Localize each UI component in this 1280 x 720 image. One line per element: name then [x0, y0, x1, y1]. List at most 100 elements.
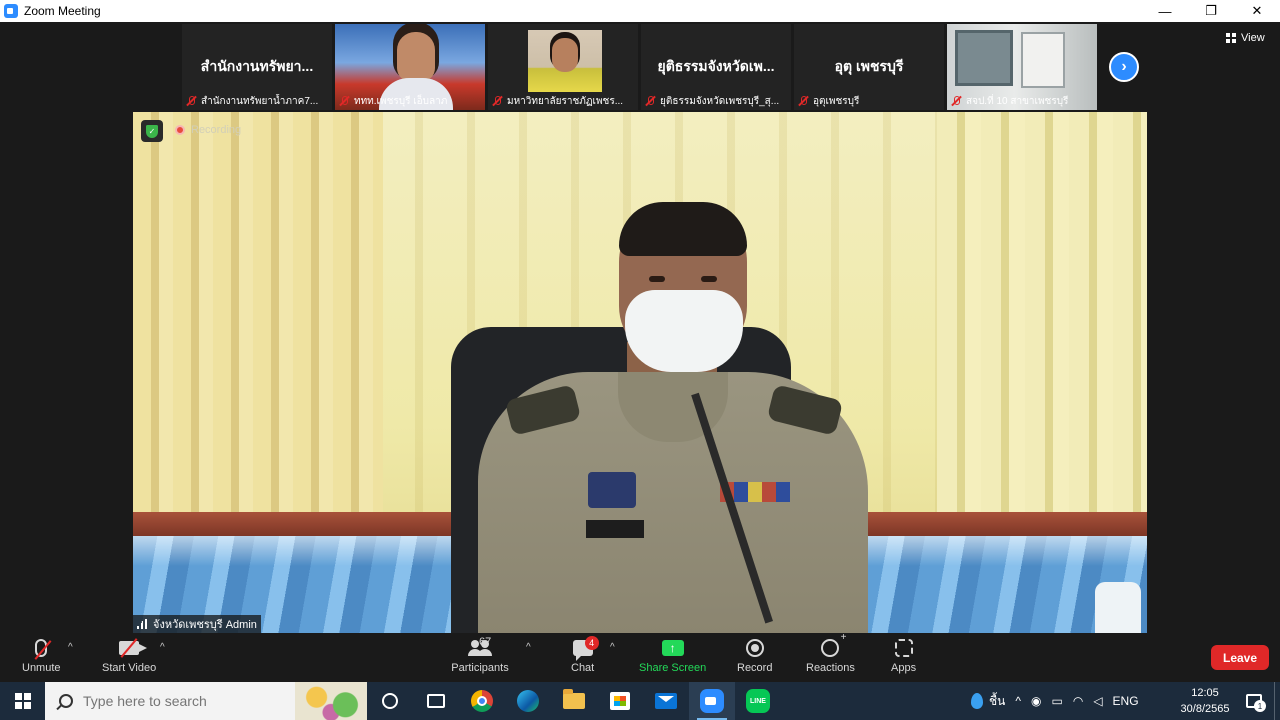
speaker-volume-icon[interactable]: ◁ — [1093, 694, 1102, 708]
folder-icon — [563, 689, 585, 709]
participant-tile[interactable]: มหาวิทยาลัยราชภัฏเพชร... — [488, 24, 638, 110]
apps-button[interactable]: Apps — [891, 636, 916, 674]
speaker-figure — [478, 372, 868, 633]
recording-dot-icon — [175, 125, 185, 135]
leave-button[interactable]: Leave — [1211, 645, 1269, 670]
unmute-button[interactable]: Unmute — [22, 636, 61, 674]
chat-unread-badge: 4 — [584, 636, 599, 650]
file-explorer-taskbar-app[interactable] — [551, 682, 597, 720]
chrome-taskbar-app[interactable] — [459, 682, 505, 720]
record-button[interactable]: Record — [737, 636, 772, 674]
participants-options-caret[interactable]: ^ — [526, 642, 531, 653]
participant-label: สจป.ที่ 10 สาขาเพชรบุรี — [947, 92, 1097, 110]
cortana-button[interactable] — [367, 682, 413, 720]
minimize-button[interactable]: — — [1142, 0, 1188, 22]
participant-tile[interactable]: ททท.เพชรบุรี เอ็บลาภ — [335, 24, 485, 110]
participant-label: ททท.เพชรบุรี เอ็บลาภ — [335, 92, 485, 110]
participant-strip: สำนักงานทรัพยา... สำนักงานทรัพยาน้ำภาค7.… — [182, 24, 1097, 110]
muted-mic-icon — [338, 95, 350, 107]
clock-date: 30/8/2565 — [1180, 703, 1230, 715]
participants-label: Participants — [451, 662, 509, 674]
reactions-button[interactable]: Reactions — [806, 632, 855, 674]
line-taskbar-app[interactable]: LINE — [735, 682, 781, 720]
signal-strength-icon — [137, 619, 149, 629]
input-language-indicator[interactable]: ENG — [1113, 694, 1139, 708]
search-icon — [59, 694, 73, 708]
participant-tile[interactable]: สจป.ที่ 10 สาขาเพชรบุรี — [947, 24, 1097, 110]
apps-label: Apps — [891, 662, 917, 674]
view-button[interactable]: View — [1226, 32, 1265, 44]
meet-now-icon[interactable]: ◉ — [1031, 694, 1041, 708]
taskbar-search[interactable] — [45, 682, 367, 720]
participants-button[interactable]: 67 Participants — [451, 636, 509, 674]
microphone-muted-icon — [34, 639, 52, 660]
participant-name: ททท.เพชรบุรี เอ็บลาภ — [354, 95, 448, 107]
notification-count: 1 — [1254, 700, 1266, 712]
task-view-button[interactable] — [413, 682, 459, 720]
next-page-button[interactable]: › — [1109, 52, 1139, 82]
muted-mic-icon — [644, 95, 656, 107]
search-input[interactable] — [83, 693, 303, 709]
participant-name: สจป.ที่ 10 สาขาเพชรบุรี — [966, 95, 1069, 107]
restore-button[interactable]: ❐ — [1188, 0, 1234, 22]
encryption-shield-icon[interactable]: ✓ — [141, 120, 163, 142]
participant-tile[interactable]: อุตุ เพชรบุรี อุตุเพชรบุรี — [794, 24, 944, 110]
participant-display-name: สำนักงานทรัพยา... — [200, 58, 314, 74]
weather-widget[interactable]: ชื้น — [971, 692, 1005, 711]
participant-name: อุตุเพชรบุรี — [813, 95, 860, 107]
participant-tile[interactable]: สำนักงานทรัพยา... สำนักงานทรัพยาน้ำภาค7.… — [182, 24, 332, 110]
video-options-caret[interactable]: ^ — [160, 642, 165, 653]
start-video-button[interactable]: Start Video — [102, 636, 156, 674]
muted-mic-icon — [950, 95, 962, 107]
active-speaker-video[interactable]: ✓ Recording จังหวัดเพชรบุรี Admin — [133, 112, 1147, 633]
participant-label: ยุติธรรมจังหวัดเพชรบุรี_สุ... — [641, 92, 791, 110]
participant-name: สำนักงานทรัพยาน้ำภาค7... — [201, 95, 319, 107]
view-label: View — [1241, 32, 1265, 44]
close-button[interactable]: ✕ — [1234, 0, 1280, 22]
participants-count: 67 — [479, 636, 492, 648]
start-video-label: Start Video — [102, 662, 157, 674]
start-button[interactable] — [0, 682, 45, 720]
wifi-icon[interactable]: ◠ — [1073, 694, 1083, 708]
recording-label: Recording — [191, 124, 242, 136]
window-controls: — ❐ ✕ — [1142, 0, 1280, 22]
participant-display-name: ยุติธรรมจังหวัดเพ... — [657, 58, 775, 74]
notification-center-button[interactable]: 1 — [1240, 682, 1268, 720]
reactions-smiley-icon — [821, 632, 846, 657]
record-icon — [745, 639, 764, 657]
recording-indicator[interactable]: Recording — [175, 124, 241, 136]
video-camera-off-icon — [119, 638, 148, 658]
store-taskbar-app[interactable] — [597, 682, 643, 720]
battery-icon[interactable]: ▭ — [1051, 694, 1062, 708]
edge-taskbar-app[interactable] — [505, 682, 551, 720]
share-screen-label: Share Screen — [639, 662, 707, 674]
participant-label: มหาวิทยาลัยราชภัฏเพชร... — [488, 92, 638, 110]
store-icon — [610, 692, 630, 710]
chat-icon: 4 — [572, 636, 599, 661]
record-label: Record — [737, 662, 773, 674]
audio-options-caret[interactable]: ^ — [68, 642, 73, 653]
participant-tile[interactable]: ยุติธรรมจังหวัดเพ... ยุติธรรมจังหวัดเพชร… — [641, 24, 791, 110]
chat-options-caret[interactable]: ^ — [610, 642, 615, 653]
speaker-name-label: จังหวัดเพชรบุรี Admin — [133, 615, 261, 633]
edge-icon — [517, 690, 539, 712]
share-screen-button[interactable]: ↑ Share Screen — [639, 636, 706, 674]
grid-view-icon — [1226, 33, 1236, 43]
mail-taskbar-app[interactable] — [643, 682, 689, 720]
window-titlebar: Zoom Meeting — ❐ ✕ — [0, 0, 1280, 22]
meeting-area: สำนักงานทรัพยา... สำนักงานทรัพยาน้ำภาค7.… — [0, 22, 1280, 634]
participant-display-name: อุตุ เพชรบุรี — [834, 58, 904, 74]
weather-label: ชื้น — [989, 693, 1006, 708]
cortana-circle-icon — [382, 693, 398, 709]
notification-icon: 1 — [1246, 694, 1266, 712]
zoom-taskbar-app[interactable] — [689, 682, 735, 720]
speaker-name: จังหวัดเพชรบุรี Admin — [153, 619, 257, 631]
windows-logo-icon — [14, 693, 31, 709]
taskbar-clock[interactable]: 12:05 30/8/2565 — [1170, 685, 1240, 717]
show-hidden-icons-button[interactable]: ^ — [1015, 694, 1021, 708]
chat-button[interactable]: 4 Chat — [571, 636, 599, 674]
share-screen-icon: ↑ — [661, 640, 684, 656]
search-highlight-illustration — [295, 682, 367, 720]
show-desktop-button[interactable] — [1274, 682, 1280, 720]
participant-label: สำนักงานทรัพยาน้ำภาค7... — [182, 92, 332, 110]
